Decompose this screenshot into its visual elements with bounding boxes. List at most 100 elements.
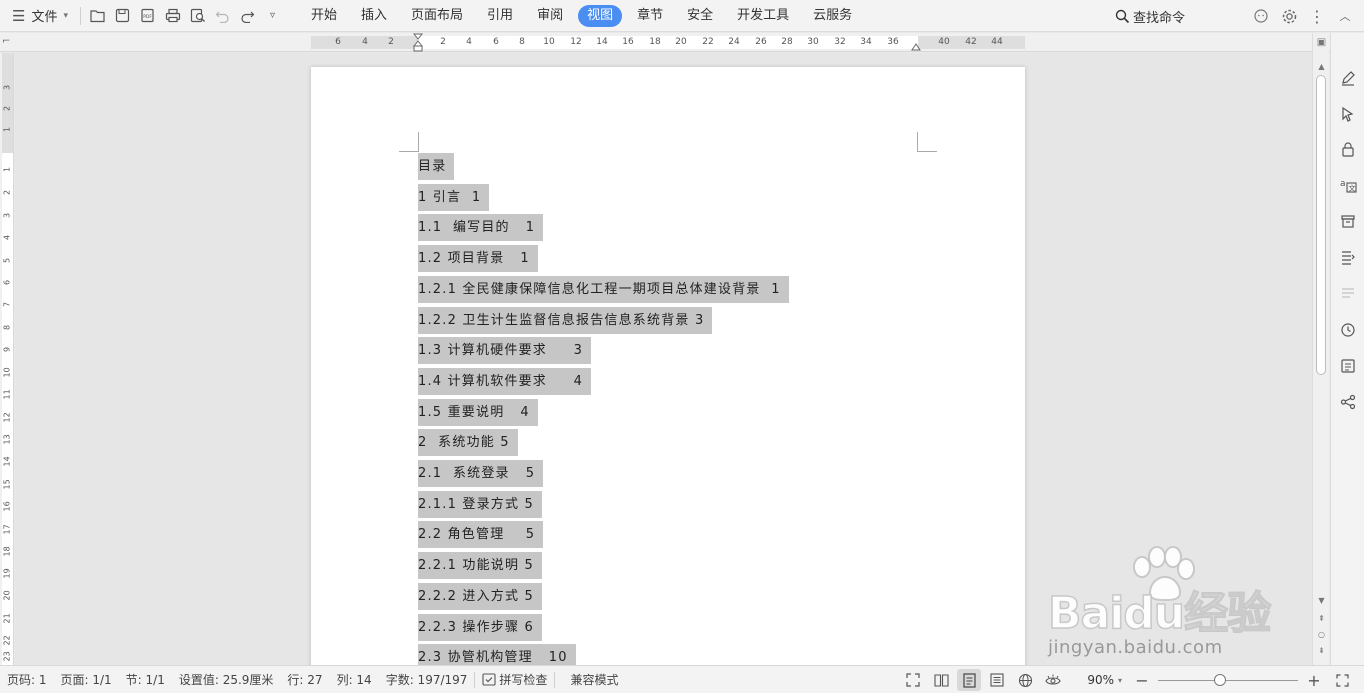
lock-icon[interactable]: [1336, 137, 1360, 161]
status-setting-value[interactable]: 设置值: 25.9厘米: [172, 671, 281, 688]
ruler-tick-label: 34: [860, 37, 872, 47]
document-canvas[interactable]: 目录 1 引言 1 1.1 编写目的 1 1.2 项目背景 1 1.2.1 全民健康保障…: [15, 53, 1312, 665]
tab-7[interactable]: 安全: [675, 5, 725, 27]
tab-3[interactable]: 引用: [475, 5, 525, 27]
tab-0[interactable]: 开始: [299, 5, 349, 27]
print-icon[interactable]: [160, 4, 185, 28]
toc-entry[interactable]: 2.2 角色管理 5: [418, 521, 544, 548]
vruler-tick-label: 1: [2, 166, 12, 173]
status-row[interactable]: 行: 27: [280, 671, 329, 688]
toc-entry[interactable]: 1.3 计算机硬件要求 3: [418, 337, 592, 364]
document-page[interactable]: 目录 1 引言 1 1.1 编写目的 1 1.2 项目背景 1 1.2.1 全民健康保障…: [311, 67, 1025, 665]
tab-1[interactable]: 插入: [349, 5, 399, 27]
translate-icon[interactable]: a文: [1336, 173, 1360, 197]
more-options-icon[interactable]: ⋮: [1304, 3, 1330, 29]
spell-check-label: 拼写检查: [499, 673, 548, 687]
horizontal-ruler[interactable]: ⌐ 6 4 2 2 4 6 8 10 12 14 16 18 20 22 24 26 28 30 32 34 36 40 4…: [0, 33, 1330, 52]
tab-4[interactable]: 审阅: [525, 5, 575, 27]
sidebar-toggle-icon[interactable]: ▣: [1316, 37, 1327, 48]
outline-view-icon[interactable]: [985, 669, 1009, 691]
toc-entry[interactable]: 1.5 重要说明 4: [418, 399, 538, 426]
toc-entry[interactable]: 2 系统功能 5: [418, 429, 518, 456]
eye-protection-icon[interactable]: [1041, 669, 1065, 691]
share-icon[interactable]: [1336, 390, 1360, 414]
zoom-level-dropdown[interactable]: 90% ▾: [1083, 673, 1126, 687]
pen-icon[interactable]: [1336, 66, 1360, 90]
web-view-icon[interactable]: [1013, 669, 1037, 691]
page-view-icon[interactable]: [957, 669, 982, 691]
pdf-export-icon[interactable]: PDF: [135, 4, 160, 28]
scrollbar-thumb[interactable]: [1316, 75, 1326, 375]
toc-entry[interactable]: 2.1.1 登录方式 5: [418, 491, 543, 518]
toc-entry[interactable]: 目录: [418, 153, 455, 180]
vruler-tick-label: 3: [2, 212, 12, 219]
toc-entry[interactable]: 2.1 系统登录 5: [418, 460, 544, 487]
toc-entry[interactable]: 1.2 项目背景 1: [418, 245, 538, 272]
archive-icon[interactable]: [1336, 209, 1360, 233]
outline-icon[interactable]: [1336, 245, 1360, 269]
next-page-icon[interactable]: ⇟: [1316, 645, 1327, 656]
left-indent-marker-icon[interactable]: [413, 33, 423, 52]
select-browse-object-icon[interactable]: ○: [1316, 629, 1327, 640]
zoom-level-value: 90%: [1087, 673, 1114, 687]
toc-entry[interactable]: 1.4 计算机软件要求 4: [418, 368, 592, 395]
zoom-out-icon[interactable]: −: [1130, 669, 1154, 691]
file-menu-label: 文件: [31, 10, 58, 25]
toc-entry[interactable]: 1.2.1 全民健康保障信息化工程一期项目总体建设背景 1: [418, 276, 789, 303]
feedback-icon[interactable]: [1248, 3, 1274, 29]
toc-entry[interactable]: 1 引言 1: [418, 184, 490, 211]
vruler-tick-label: 12: [2, 412, 12, 423]
right-indent-marker-icon[interactable]: [911, 41, 921, 51]
zoom-in-icon[interactable]: +: [1302, 669, 1326, 691]
toc-entry[interactable]: 2.2.3 操作步骤 6: [418, 614, 543, 641]
backup-icon[interactable]: [1336, 354, 1360, 378]
ruler-toggle-icon[interactable]: ⌐: [2, 36, 10, 47]
status-page[interactable]: 页面: 1/1: [54, 671, 119, 688]
read-mode-icon[interactable]: [929, 669, 953, 691]
fullscreen-icon[interactable]: [901, 669, 925, 691]
toc-entry[interactable]: 2.2.2 进入方式 5: [418, 583, 543, 610]
status-section[interactable]: 节: 1/1: [119, 671, 172, 688]
undo-icon[interactable]: [210, 4, 235, 28]
ruler-tick-label: 42: [965, 37, 977, 47]
collapse-ribbon-icon[interactable]: ︿: [1332, 3, 1358, 29]
ruler-tick-label: 4: [362, 37, 368, 47]
tab-5[interactable]: 视图: [578, 4, 623, 27]
ruler-tick-label: 40: [938, 37, 950, 47]
ruler-tick-label: 6: [335, 37, 341, 47]
zoom-slider-knob[interactable]: [1214, 674, 1226, 686]
file-menu[interactable]: ☰ 文件 ▾: [0, 0, 76, 32]
search-command[interactable]: 查找命令: [1115, 0, 1185, 32]
toc-entry[interactable]: 1.1 编写目的 1: [418, 214, 544, 241]
history-icon[interactable]: [1336, 318, 1360, 342]
print-preview-icon[interactable]: [185, 4, 210, 28]
open-folder-icon[interactable]: [85, 4, 110, 28]
select-cursor-icon[interactable]: [1336, 102, 1360, 126]
fit-window-icon[interactable]: [1330, 669, 1354, 691]
spell-check-icon: [482, 673, 496, 686]
status-column[interactable]: 列: 14: [330, 671, 379, 688]
scroll-up-icon[interactable]: ▲: [1316, 61, 1327, 72]
toc-entry[interactable]: 2.2.1 功能说明 5: [418, 552, 543, 579]
ruler-tick-label: 22: [702, 37, 714, 47]
spell-check-button[interactable]: 拼写检查: [475, 671, 554, 688]
status-page-code[interactable]: 页码: 1: [0, 671, 54, 688]
vertical-scrollbar[interactable]: ▣ ▲ ▼ ⇞ ○ ⇟: [1312, 33, 1329, 665]
tab-9[interactable]: 云服务: [801, 5, 864, 27]
more-dropdown-icon[interactable]: ▿: [260, 4, 285, 28]
tab-8[interactable]: 开发工具: [725, 5, 801, 27]
zoom-slider[interactable]: [1158, 673, 1298, 687]
settings-gear-icon[interactable]: [1276, 3, 1302, 29]
tab-6[interactable]: 章节: [625, 5, 675, 27]
toc-entry[interactable]: 2.3 协管机构管理 10: [418, 644, 576, 665]
vruler-tick-label: 22: [2, 635, 12, 646]
right-sidebar: a文: [1330, 33, 1364, 665]
tab-2[interactable]: 页面布局: [399, 5, 475, 27]
toc-entry[interactable]: 1.2.2 卫生计生监督信息报告信息系统背景 3: [418, 307, 713, 334]
status-word-count[interactable]: 字数: 197/197: [379, 671, 475, 688]
save-icon[interactable]: [110, 4, 135, 28]
prev-page-icon[interactable]: ⇞: [1316, 613, 1327, 624]
scroll-down-icon[interactable]: ▼: [1316, 595, 1327, 606]
vertical-ruler[interactable]: 3 2 1 1 2 3 4 5 6 7 8 9 10 11 12 13 14 15 16 17 18 19 20 21 22 23: [0, 53, 14, 665]
redo-icon[interactable]: [235, 4, 260, 28]
